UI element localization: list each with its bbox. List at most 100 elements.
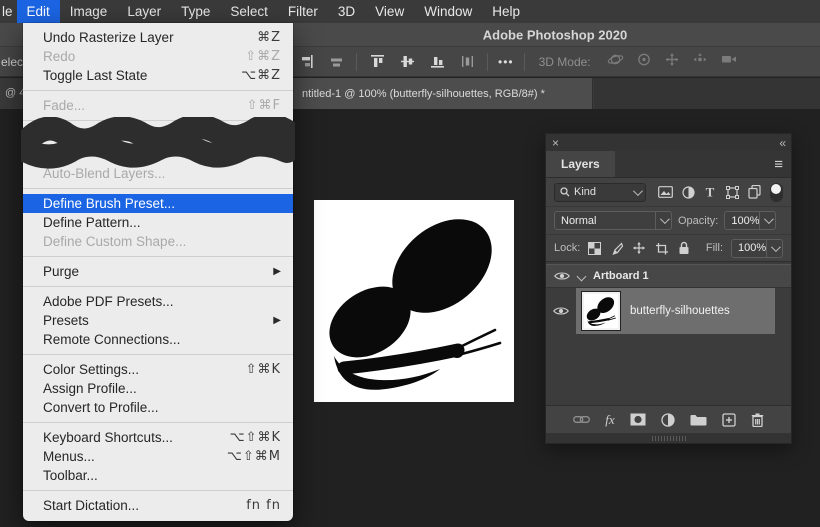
- menubar-item-edit[interactable]: Edit: [17, 0, 60, 23]
- filter-toggle-knob: [771, 184, 781, 194]
- lock-icons: [588, 241, 690, 255]
- options-separator: [487, 53, 488, 71]
- panel-resize-handle[interactable]: [546, 433, 791, 443]
- layers-panel-footer: fx: [546, 405, 791, 433]
- menubar: le EditImageLayerTypeSelectFilter3DViewW…: [0, 0, 820, 23]
- new-group-folder-icon[interactable]: [690, 414, 707, 426]
- layers-tab-row: Layers ≡: [546, 151, 791, 178]
- menu-item-presets[interactable]: Presets▶: [23, 311, 293, 330]
- align-bottom-edges-icon[interactable]: [427, 51, 447, 73]
- layer-row-butterfly[interactable]: butterfly-silhouettes: [546, 288, 791, 334]
- slide-3d-icon[interactable]: [692, 52, 708, 72]
- options-partial-text: elec: [1, 55, 23, 69]
- visibility-eye-icon[interactable]: [553, 306, 569, 316]
- menu-item-start-dictation[interactable]: Start Dictation...fn fn: [23, 496, 293, 515]
- filter-type-icons: T: [654, 183, 783, 202]
- threed-mode-icons: [607, 52, 738, 72]
- layers-tab-label: Layers: [561, 157, 600, 171]
- filter-toggle-switch[interactable]: [770, 183, 783, 202]
- collapse-panel-icon[interactable]: «: [779, 136, 785, 150]
- menu-item-toggle-last-state[interactable]: Toggle Last State⌥⌘Z: [23, 66, 293, 85]
- lock-transparency-icon[interactable]: [588, 242, 601, 255]
- adjustment-layer-icon[interactable]: [661, 413, 675, 427]
- menubar-partial-file[interactable]: le: [0, 0, 17, 23]
- layer-thumbnail[interactable]: [582, 292, 620, 330]
- align-top-edges-icon[interactable]: [367, 51, 387, 73]
- options-separator: [524, 53, 525, 71]
- roll-3d-icon[interactable]: [636, 52, 652, 72]
- menu-item-menus[interactable]: Menus...⌥⇧⌘M: [23, 447, 293, 466]
- filter-adjustment-layers-icon[interactable]: [682, 186, 695, 199]
- menu-item-convert-to-profile[interactable]: Convert to Profile...: [23, 398, 293, 417]
- filter-shape-layers-icon[interactable]: [726, 186, 739, 199]
- menu-separator: [23, 256, 293, 257]
- menu-item-undo-rasterize-layer[interactable]: Undo Rasterize Layer⌘Z: [23, 28, 293, 47]
- menu-item-redo: Redo⇧⌘Z: [23, 47, 293, 66]
- panel-menu-icon[interactable]: ≡: [774, 156, 783, 173]
- blend-mode-dropdown[interactable]: Normal: [554, 211, 672, 230]
- menubar-item-view[interactable]: View: [365, 0, 414, 23]
- menubar-item-window[interactable]: Window: [414, 0, 482, 23]
- distribute-horizontal-icon[interactable]: [457, 51, 477, 73]
- menubar-item-image[interactable]: Image: [60, 0, 118, 23]
- delete-layer-trash-icon[interactable]: [751, 413, 764, 427]
- lock-all-icon[interactable]: [678, 241, 690, 255]
- link-layers-icon[interactable]: [573, 415, 590, 424]
- filter-type-layers-icon[interactable]: T: [704, 186, 716, 198]
- lock-position-icon[interactable]: [632, 241, 646, 255]
- artboard-name: Artboard 1: [593, 270, 649, 282]
- pan-3d-icon[interactable]: [664, 52, 680, 72]
- fill-dropdown[interactable]: 100%: [731, 239, 783, 258]
- visibility-eye-icon[interactable]: [554, 271, 570, 281]
- new-layer-icon[interactable]: [722, 413, 736, 427]
- menu-item-auto-blend-layers: Auto-Blend Layers...: [23, 164, 293, 183]
- chevron-down-icon: [633, 186, 643, 196]
- layer-name: butterfly-silhouettes: [630, 305, 730, 317]
- menubar-item-type[interactable]: Type: [171, 0, 220, 23]
- menu-separator: [23, 90, 293, 91]
- search-icon: [560, 187, 570, 197]
- layers-panel-header: × «: [546, 134, 791, 151]
- blend-mode-row: Normal Opacity: 100%: [546, 207, 791, 235]
- submenu-arrow-icon: ▶: [273, 266, 281, 277]
- align-horizontal-centers-icon[interactable]: [326, 51, 346, 73]
- expand-chevron-icon[interactable]: [577, 271, 587, 281]
- lock-row: Lock: Fill: 100%: [546, 235, 791, 262]
- menu-item-define-brush-preset[interactable]: Define Brush Preset...: [23, 194, 293, 213]
- menubar-item-help[interactable]: Help: [482, 0, 530, 23]
- close-icon[interactable]: ×: [552, 137, 559, 149]
- filter-smart-objects-icon[interactable]: [748, 185, 761, 199]
- menubar-item-3d[interactable]: 3D: [328, 0, 365, 23]
- menu-item-purge[interactable]: Purge▶: [23, 262, 293, 281]
- filter-pixel-layers-icon[interactable]: [658, 186, 673, 198]
- menubar-item-select[interactable]: Select: [220, 0, 278, 23]
- blend-mode-value: Normal: [555, 215, 655, 227]
- document-tab[interactable]: ntitled-1 @ 100% (butterfly-silhouettes,…: [293, 78, 593, 109]
- menu-item-color-settings[interactable]: Color Settings...⇧⌘K: [23, 360, 293, 379]
- filter-kind-dropdown[interactable]: Kind: [554, 183, 646, 202]
- lock-image-pixels-icon[interactable]: [610, 242, 623, 255]
- menu-item-keyboard-shortcuts[interactable]: Keyboard Shortcuts...⌥⇧⌘K: [23, 428, 293, 447]
- menu-item-adobe-pdf-presets[interactable]: Adobe PDF Presets...: [23, 292, 293, 311]
- add-layer-mask-icon[interactable]: [630, 413, 646, 426]
- menu-item-toolbar[interactable]: Toolbar...: [23, 466, 293, 485]
- artboard-canvas[interactable]: [314, 200, 514, 402]
- menu-item-assign-profile[interactable]: Assign Profile...: [23, 379, 293, 398]
- menu-item-remote-connections[interactable]: Remote Connections...: [23, 330, 293, 349]
- more-options-icon[interactable]: •••: [498, 55, 514, 69]
- opacity-dropdown[interactable]: 100%: [724, 211, 776, 230]
- layer-selected-zone[interactable]: butterfly-silhouettes: [576, 288, 775, 334]
- menubar-item-layer[interactable]: Layer: [117, 0, 171, 23]
- options-separator: [356, 53, 357, 71]
- layer-row-artboard[interactable]: Artboard 1: [546, 264, 791, 288]
- menubar-item-filter[interactable]: Filter: [278, 0, 328, 23]
- layer-effects-fx-icon[interactable]: fx: [605, 412, 614, 428]
- lock-artboard-nesting-icon[interactable]: [655, 242, 669, 255]
- tab-layers[interactable]: Layers: [546, 151, 615, 177]
- dolly-camera-3d-icon[interactable]: [720, 52, 738, 71]
- chevron-down-icon: [764, 214, 774, 224]
- menu-item-define-pattern[interactable]: Define Pattern...: [23, 213, 293, 232]
- orbit-3d-icon[interactable]: [607, 52, 624, 72]
- align-right-edges-icon[interactable]: [296, 51, 316, 73]
- align-vertical-centers-icon[interactable]: [397, 51, 417, 73]
